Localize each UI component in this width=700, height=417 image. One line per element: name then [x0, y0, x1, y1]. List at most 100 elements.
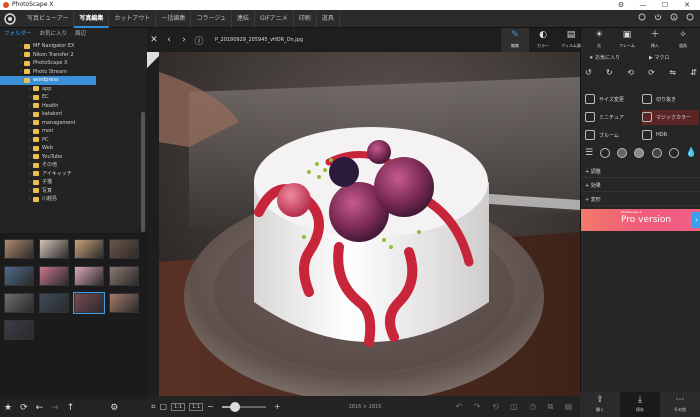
- settings-icon[interactable]: ⚙: [610, 0, 632, 10]
- rotate-icon[interactable]: ⟳: [648, 68, 655, 77]
- info-icon[interactable]: ⓘ: [194, 34, 204, 47]
- zoom-out-icon[interactable]: −: [207, 402, 214, 411]
- photo-thumbnail[interactable]: [74, 239, 104, 259]
- info-icon[interactable]: [670, 13, 678, 21]
- minimize-button[interactable]: —: [632, 0, 654, 10]
- crop-icon[interactable]: ⌗: [151, 402, 156, 412]
- photo-thumbnail[interactable]: [109, 293, 139, 313]
- menu-item[interactable]: 連結: [232, 10, 255, 28]
- photo-thumbnail[interactable]: [109, 266, 139, 286]
- file-action-button[interactable]: ⋯ その他: [660, 392, 700, 417]
- pro-banner-arrow-icon[interactable]: ›: [692, 212, 700, 228]
- compare-icon[interactable]: ◫: [510, 402, 518, 411]
- tool-button[interactable]: ミニチュア: [585, 112, 642, 122]
- drop-icon[interactable]: 💧: [686, 148, 697, 158]
- photo-thumbnail[interactable]: [74, 266, 104, 286]
- settings-icon[interactable]: [638, 13, 646, 21]
- zoom-fit-button[interactable]: 1:1: [171, 402, 186, 411]
- folder-tree-item[interactable]: › アイキャッチ: [0, 170, 140, 179]
- star-icon[interactable]: ★: [4, 403, 12, 413]
- folder-tab[interactable]: お気に入り: [40, 28, 68, 40]
- menu-item[interactable]: カットアウト: [109, 10, 157, 28]
- folder-tree-item[interactable]: › Photo Stream: [0, 68, 140, 77]
- photo-thumbnail[interactable]: [109, 239, 139, 259]
- forward-arrow-icon[interactable]: →: [51, 403, 59, 413]
- zoom-actual-button[interactable]: 1:1: [189, 402, 204, 411]
- photo-thumbnail[interactable]: [39, 293, 69, 313]
- copy-icon[interactable]: ⧉: [548, 402, 554, 412]
- menu-item[interactable]: 道具: [317, 10, 340, 28]
- folder-tab[interactable]: 周辺: [75, 28, 86, 40]
- redo-icon[interactable]: ↷: [474, 402, 481, 411]
- folder-tree-item[interactable]: › katakori: [0, 110, 140, 119]
- paste-icon[interactable]: ▤: [565, 402, 573, 411]
- zoom-slider[interactable]: [221, 401, 266, 412]
- pro-version-banner[interactable]: PhotoScape X Pro version ›: [581, 209, 700, 231]
- tool-button[interactable]: マジックカラー: [642, 109, 699, 125]
- tool-button[interactable]: サイズ変更: [585, 94, 642, 104]
- close-icon[interactable]: ✕: [149, 35, 159, 45]
- tone-icon-4[interactable]: [651, 148, 662, 158]
- photo-thumbnail[interactable]: [4, 266, 34, 286]
- tool-button[interactable]: ブルーム: [585, 130, 642, 140]
- folder-tree-item[interactable]: › PC: [0, 136, 140, 145]
- folder-tree-item[interactable]: › 川越島: [0, 195, 140, 204]
- folder-tree-item[interactable]: › PhotoScape X: [0, 59, 140, 68]
- rotate-icon[interactable]: ↻: [606, 68, 613, 77]
- menu-item[interactable]: 一括編集: [156, 10, 192, 28]
- folder-tree-item[interactable]: › Web: [0, 144, 140, 153]
- tool-tab[interactable]: ✧ 道具: [669, 28, 697, 52]
- file-action-button[interactable]: ⇪ 開く: [580, 392, 620, 417]
- folder-tree-item[interactable]: › 写真: [0, 187, 140, 196]
- tool-button[interactable]: HDR: [642, 130, 699, 140]
- rotate-icon[interactable]: ⟲: [627, 68, 634, 77]
- help-icon[interactable]: [686, 13, 694, 21]
- rotate-icon[interactable]: ↺: [585, 68, 592, 77]
- folder-tree-item[interactable]: › Nikon Transfer 2: [0, 51, 140, 60]
- zoom-in-icon[interactable]: +: [274, 402, 281, 411]
- folder-tree-item[interactable]: › management: [0, 119, 140, 128]
- rotate-icon[interactable]: ⇋: [669, 68, 676, 77]
- photo-thumbnail[interactable]: [4, 293, 34, 313]
- photo-thumbnail[interactable]: [39, 239, 69, 259]
- menu-item[interactable]: コラージュ: [191, 10, 232, 28]
- photo-thumbnail[interactable]: [4, 239, 34, 259]
- menu-item[interactable]: 写真ビューアー: [22, 10, 75, 28]
- favorites-tab[interactable]: ★ お気に入り: [581, 53, 641, 63]
- undo-all-icon[interactable]: ⟲: [492, 402, 499, 411]
- previous-icon[interactable]: ‹: [164, 35, 174, 45]
- tool-tab[interactable]: ☀ 光: [585, 28, 613, 52]
- folder-tree-scrollbar[interactable]: [141, 112, 145, 232]
- section-effects[interactable]: + 効果: [581, 180, 700, 192]
- folder-tree-item[interactable]: › app: [0, 85, 140, 94]
- folder-tree-item[interactable]: › 子猫: [0, 178, 140, 187]
- back-arrow-icon[interactable]: ←: [36, 403, 44, 413]
- refresh-icon[interactable]: ⟳: [20, 403, 28, 413]
- next-icon[interactable]: ›: [179, 35, 189, 45]
- tool-tab[interactable]: ◐ カラー: [529, 28, 557, 52]
- rotate-icon[interactable]: ⇵: [690, 68, 697, 77]
- maximize-button[interactable]: ☐: [654, 0, 676, 10]
- tone-icon-3[interactable]: [634, 148, 645, 158]
- photo-canvas[interactable]: [159, 52, 580, 402]
- settings-icon[interactable]: ⚙: [110, 403, 118, 413]
- menu-item[interactable]: GIFアニメ: [255, 10, 294, 28]
- file-action-button[interactable]: ⤓ 保存: [620, 392, 660, 417]
- photo-thumbnail[interactable]: [39, 266, 69, 286]
- frame-icon[interactable]: ▢: [160, 402, 168, 411]
- tool-tab[interactable]: ＋ 挿入: [641, 28, 669, 52]
- folder-tree-item[interactable]: › その他: [0, 161, 140, 170]
- photo-thumbnail[interactable]: [4, 320, 34, 340]
- tone-icon-5[interactable]: [668, 148, 679, 158]
- zoom-slider-knob[interactable]: [230, 401, 241, 412]
- up-arrow-icon[interactable]: ↑: [67, 403, 75, 413]
- history-icon[interactable]: ◷: [529, 402, 536, 411]
- photoscape-logo-icon[interactable]: [4, 13, 16, 25]
- tool-button[interactable]: 切り抜き: [642, 94, 699, 104]
- menu-item[interactable]: 写真編集: [74, 10, 110, 28]
- tool-tab[interactable]: ▤ フィルム調: [557, 28, 585, 52]
- section-adjust[interactable]: + 調整: [581, 166, 700, 178]
- folder-tree-item[interactable]: › YouTube: [0, 153, 140, 162]
- folder-tab[interactable]: フォルダー: [4, 28, 32, 40]
- close-button[interactable]: ✕: [676, 0, 698, 10]
